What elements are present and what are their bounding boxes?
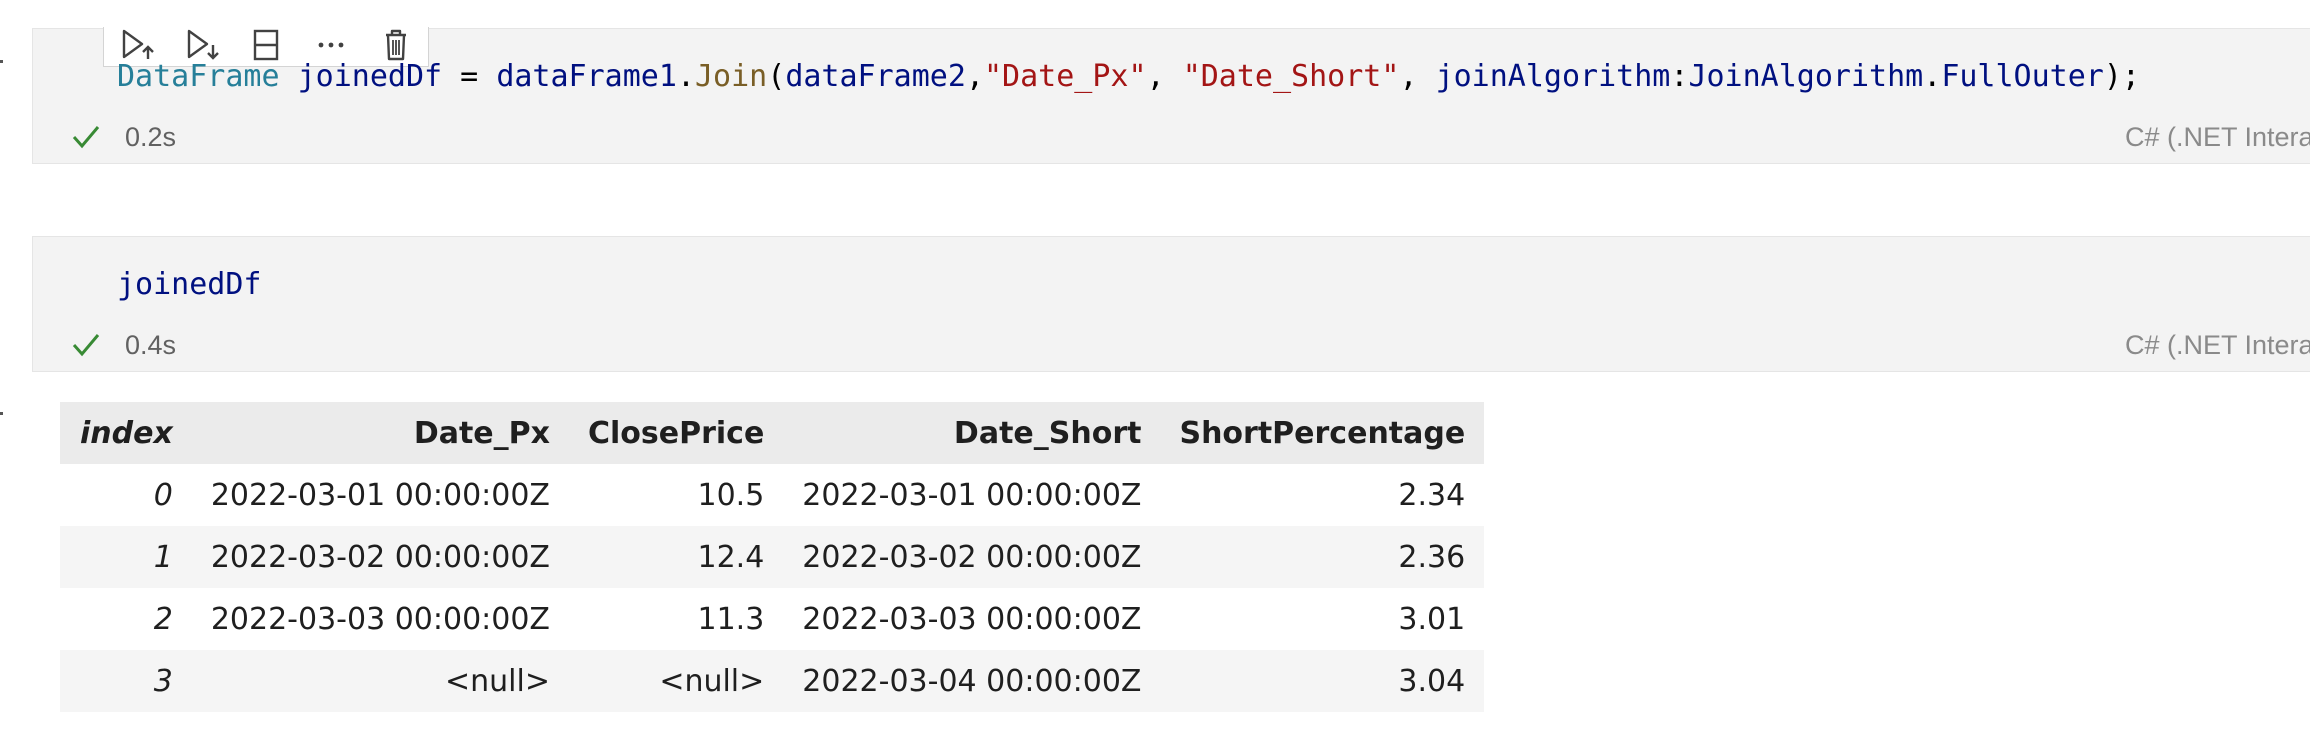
success-check-icon: [72, 334, 100, 357]
table-row: 0 2022-03-01 00:00:00Z 10.5 2022-03-01 0…: [60, 464, 1485, 526]
code-token: joinedDf: [297, 59, 443, 94]
code-token: FullOuter: [1941, 59, 2104, 94]
table-cell: 2022-03-01 00:00:00Z: [210, 477, 550, 513]
table-cell: 2022-03-03 00:00:00Z: [210, 601, 550, 637]
column-header-date-px: Date_Px: [413, 415, 550, 451]
margin-marker: [0, 412, 3, 415]
code-token: DataFrame: [117, 59, 280, 94]
table-cell-index: 0: [153, 477, 173, 513]
table-cell: 2022-03-02 00:00:00Z: [802, 539, 1142, 575]
execution-status: 0.2s: [69, 117, 176, 157]
split-cell-icon: [253, 29, 279, 60]
code-token: joinedDf: [117, 267, 262, 302]
table-cell: 2022-03-01 00:00:00Z: [802, 477, 1142, 513]
table-cell: 3.01: [1398, 601, 1466, 637]
table-cell: 2.36: [1398, 539, 1466, 575]
table-cell-index: 2: [153, 601, 173, 637]
table-cell: <null>: [659, 663, 765, 699]
table-cell: 12.4: [697, 539, 765, 575]
table-header-row: index Date_Px ClosePrice Date_Short Shor…: [60, 402, 1485, 464]
code-token: );: [2103, 59, 2140, 94]
code-token: ,: [965, 59, 984, 94]
code-token: Join: [695, 59, 768, 94]
code-token: :: [1670, 59, 1689, 94]
code-token: .: [1923, 59, 1942, 94]
column-header-close-price: ClosePrice: [587, 415, 765, 451]
run-below-icon: [187, 29, 220, 60]
delete-icon: [385, 29, 406, 60]
table-cell: 2022-03-04 00:00:00Z: [802, 663, 1142, 699]
table-cell: 11.3: [697, 601, 765, 637]
code-cell-join[interactable]: DataFrame joinedDf = dataFrame1.Join(dat…: [32, 27, 2310, 164]
table-row: 1 2022-03-02 00:00:00Z 12.4 2022-03-02 0…: [60, 526, 1485, 588]
execution-duration: 0.2s: [125, 121, 177, 152]
success-check-icon: [72, 126, 100, 149]
code-cell-display[interactable]: joinedDf 0.4s C# (.NET Intera: [32, 236, 2310, 372]
execution-status: 0.4s: [69, 325, 176, 365]
code-token: dataFrame2: [785, 59, 966, 94]
table-cell: 2022-03-03 00:00:00Z: [802, 601, 1142, 637]
table-row: 2 2022-03-03 00:00:00Z 11.3 2022-03-03 0…: [60, 588, 1485, 650]
code-token: dataFrame1: [496, 59, 677, 94]
code-token: "Date_Short": [1182, 59, 1400, 94]
code-editor[interactable]: joinedDf: [117, 267, 262, 302]
table-row: 3 <null> <null> 2022-03-04 00:00:00Z 3.0…: [60, 650, 1485, 712]
code-token: "Date_Px": [984, 59, 1147, 94]
column-header-date-short: Date_Short: [953, 415, 1142, 451]
table-cell: 10.5: [697, 477, 765, 513]
more-icon: [318, 42, 344, 47]
code-token: ,: [1146, 59, 1183, 94]
kernel-label[interactable]: C# (.NET Intera: [2125, 117, 2310, 157]
column-header-index: index: [80, 415, 173, 451]
table-cell: 3.04: [1398, 663, 1466, 699]
column-header-short-percentage: ShortPercentage: [1179, 415, 1466, 451]
code-token: .: [676, 59, 695, 94]
code-token: =: [442, 59, 497, 94]
code-token: (: [767, 59, 786, 94]
dataframe-output-table: index Date_Px ClosePrice Date_Short Shor…: [60, 402, 1485, 712]
kernel-label[interactable]: C# (.NET Intera: [2125, 325, 2310, 365]
code-editor[interactable]: DataFrame joinedDf = dataFrame1.Join(dat…: [117, 59, 2140, 94]
execution-duration: 0.4s: [125, 329, 177, 360]
table-cell: 2022-03-02 00:00:00Z: [210, 539, 550, 575]
table-cell-index: 3: [153, 663, 173, 699]
table-cell-index: 1: [153, 539, 173, 575]
run-above-icon: [123, 29, 155, 59]
table-cell: <null>: [445, 663, 550, 699]
code-token: ,: [1399, 59, 1436, 94]
code-token: JoinAlgorithm: [1688, 59, 1924, 94]
margin-marker: [0, 60, 3, 63]
code-token: joinAlgorithm: [1435, 59, 1671, 94]
table-cell: 2.34: [1398, 477, 1466, 513]
